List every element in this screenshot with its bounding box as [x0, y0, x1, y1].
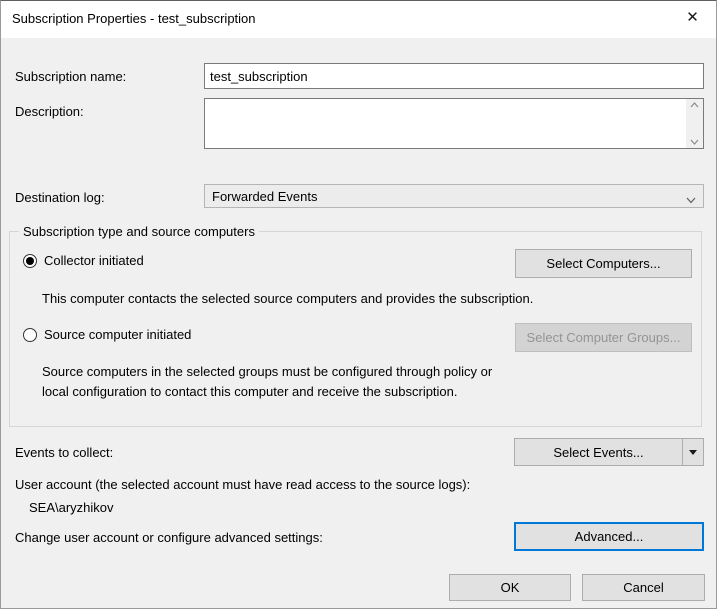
- close-icon: ✕: [686, 8, 699, 26]
- collector-initiated-label: Collector initiated: [44, 253, 144, 268]
- titlebar: Subscription Properties - test_subscript…: [1, 1, 716, 38]
- window-title: Subscription Properties - test_subscript…: [12, 11, 256, 26]
- source-description: Source computers in the selected groups …: [42, 362, 492, 402]
- source-description-line1: Source computers in the selected groups …: [42, 362, 492, 382]
- destination-log-label: Destination log:: [15, 190, 105, 205]
- ok-button[interactable]: OK: [449, 574, 571, 601]
- subscription-properties-dialog: Subscription Properties - test_subscript…: [0, 0, 717, 609]
- groupbox-title: Subscription type and source computers: [19, 224, 259, 239]
- description-label: Description:: [15, 104, 84, 119]
- description-input[interactable]: [205, 99, 686, 148]
- subscription-type-groupbox: Subscription type and source computers C…: [9, 231, 702, 427]
- dropdown-arrow-icon: [689, 450, 697, 455]
- close-button[interactable]: ✕: [670, 2, 715, 32]
- select-events-dropdown[interactable]: [682, 439, 703, 465]
- destination-log-value: Forwarded Events: [212, 189, 318, 204]
- source-initiated-radio[interactable]: [23, 328, 37, 342]
- cancel-button[interactable]: Cancel: [582, 574, 705, 601]
- collector-description: This computer contacts the selected sour…: [42, 289, 533, 309]
- destination-log-combobox[interactable]: Forwarded Events: [204, 184, 704, 208]
- chevron-down-icon: [686, 192, 696, 207]
- source-initiated-label: Source computer initiated: [44, 327, 191, 342]
- scroll-up-icon[interactable]: [690, 99, 699, 111]
- advanced-button[interactable]: Advanced...: [514, 522, 704, 551]
- select-events-splitbutton[interactable]: Select Events...: [514, 438, 704, 466]
- source-description-line2: local configuration to contact this comp…: [42, 382, 492, 402]
- user-account-label: User account (the selected account must …: [15, 477, 470, 492]
- scroll-down-icon[interactable]: [690, 136, 699, 148]
- select-computers-button[interactable]: Select Computers...: [515, 249, 692, 278]
- select-events-button[interactable]: Select Events...: [515, 439, 682, 465]
- user-account-value: SEA\aryzhikov: [29, 500, 114, 515]
- collector-initiated-radio[interactable]: [23, 254, 37, 268]
- subscription-name-input[interactable]: [204, 63, 704, 89]
- description-field: [204, 98, 704, 149]
- description-scrollbar[interactable]: [686, 99, 703, 148]
- events-to-collect-label: Events to collect:: [15, 445, 113, 460]
- advanced-settings-label: Change user account or configure advance…: [15, 530, 323, 545]
- subscription-name-label: Subscription name:: [15, 69, 126, 84]
- select-computer-groups-button: Select Computer Groups...: [515, 323, 692, 352]
